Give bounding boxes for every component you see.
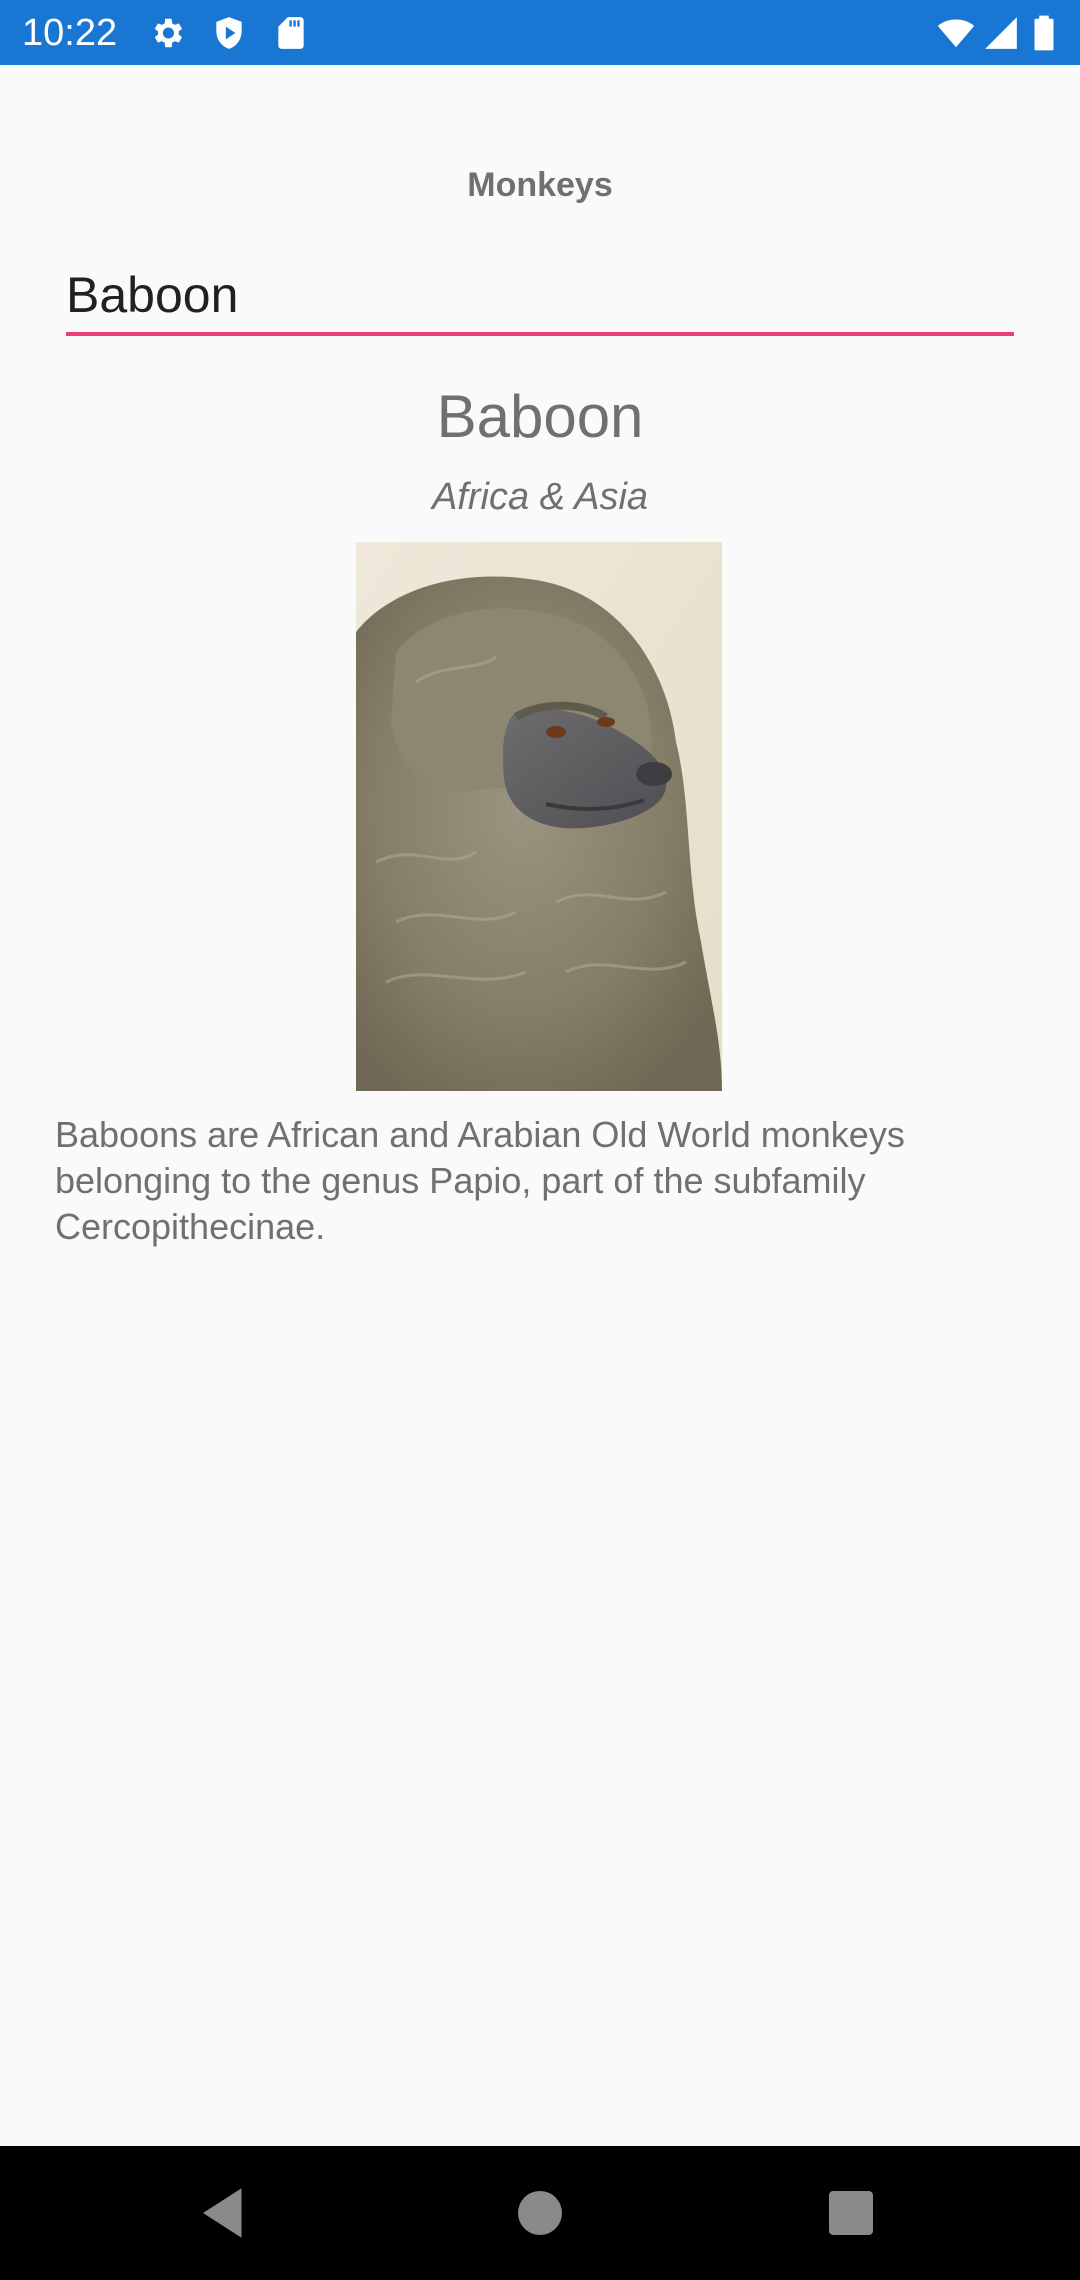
search-entry[interactable] <box>66 258 1014 336</box>
gear-icon <box>148 14 186 52</box>
monkey-location: Africa & Asia <box>431 476 649 518</box>
home-icon[interactable] <box>507 2180 573 2246</box>
status-time: 10:22 <box>22 12 118 54</box>
sd-card-icon <box>272 14 310 52</box>
baboon-photo <box>356 542 722 1091</box>
recents-icon[interactable] <box>818 2180 884 2246</box>
monkey-name: Baboon <box>436 383 644 450</box>
back-icon[interactable] <box>192 2180 258 2246</box>
monkey-details: Baboons are African and Arabian Old Worl… <box>55 1114 905 1247</box>
app-screen: 10:22 Monkeys Baboon Africa & Asia <box>0 0 1080 2280</box>
shield-play-icon <box>210 14 248 52</box>
battery-icon <box>1030 14 1058 52</box>
navigation-bar <box>0 2146 1080 2280</box>
cell-signal-icon <box>982 14 1020 52</box>
wifi-icon <box>936 14 976 52</box>
status-bar: 10:22 <box>0 0 1080 65</box>
page-title: Monkeys <box>467 166 613 204</box>
